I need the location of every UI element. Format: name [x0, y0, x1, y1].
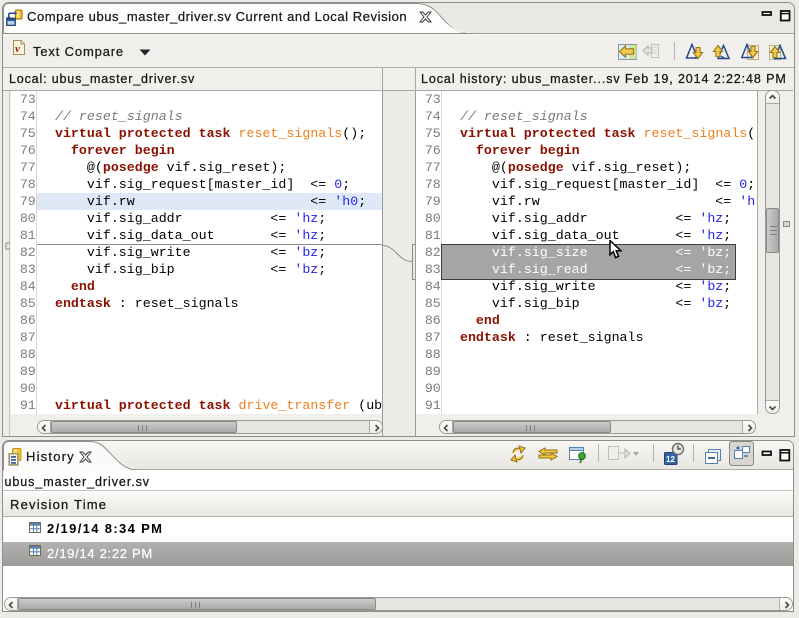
- svg-text:12: 12: [666, 455, 675, 464]
- svg-text:v: v: [15, 43, 20, 55]
